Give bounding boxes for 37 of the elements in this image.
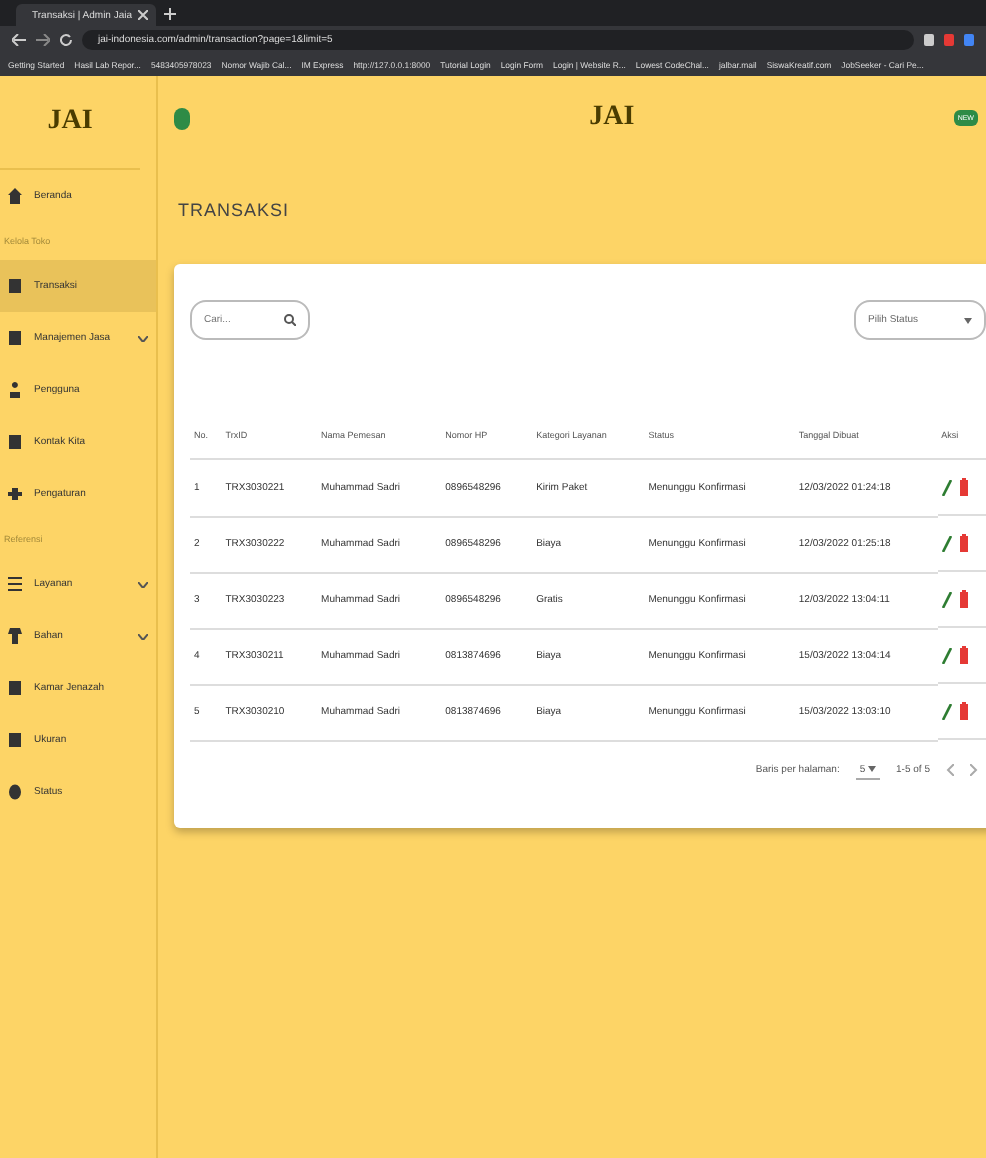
chevron-down-icon bbox=[138, 633, 148, 639]
delete-icon[interactable] bbox=[959, 534, 968, 552]
delete-icon[interactable] bbox=[959, 478, 968, 496]
edit-icon[interactable] bbox=[941, 703, 952, 719]
reload-icon[interactable] bbox=[60, 34, 72, 46]
menu-button[interactable] bbox=[174, 107, 190, 129]
document-icon bbox=[8, 732, 22, 748]
delete-icon[interactable] bbox=[959, 702, 968, 720]
caret-icon bbox=[868, 765, 877, 771]
document-icon bbox=[8, 434, 22, 450]
chevron-down-icon bbox=[138, 581, 148, 587]
document-icon bbox=[8, 278, 22, 294]
search-icon bbox=[284, 314, 296, 326]
edit-icon[interactable] bbox=[941, 535, 952, 551]
document-icon bbox=[8, 330, 22, 346]
caret-icon bbox=[964, 317, 972, 323]
page-title: TRANSAKSI bbox=[178, 200, 292, 220]
edit-icon[interactable] bbox=[941, 647, 952, 663]
person-icon bbox=[8, 382, 22, 398]
list-icon bbox=[8, 576, 22, 592]
new-tab-icon[interactable] bbox=[164, 8, 176, 20]
edit-icon[interactable] bbox=[941, 479, 952, 495]
close-icon[interactable] bbox=[138, 10, 149, 20]
document-icon bbox=[8, 680, 22, 696]
delete-icon[interactable] bbox=[959, 590, 968, 608]
home-icon bbox=[8, 188, 22, 204]
logo: JAI bbox=[589, 102, 635, 134]
circle-icon bbox=[8, 784, 22, 800]
previous-page-icon[interactable] bbox=[946, 764, 954, 776]
back-icon[interactable] bbox=[12, 34, 26, 46]
forward-icon[interactable] bbox=[36, 34, 50, 46]
logo: JAI bbox=[0, 76, 140, 170]
delete-icon[interactable] bbox=[959, 646, 968, 664]
chevron-down-icon bbox=[138, 335, 148, 341]
edit-icon[interactable] bbox=[941, 591, 952, 607]
shirt-icon bbox=[8, 628, 22, 644]
next-page-icon[interactable] bbox=[970, 764, 978, 776]
